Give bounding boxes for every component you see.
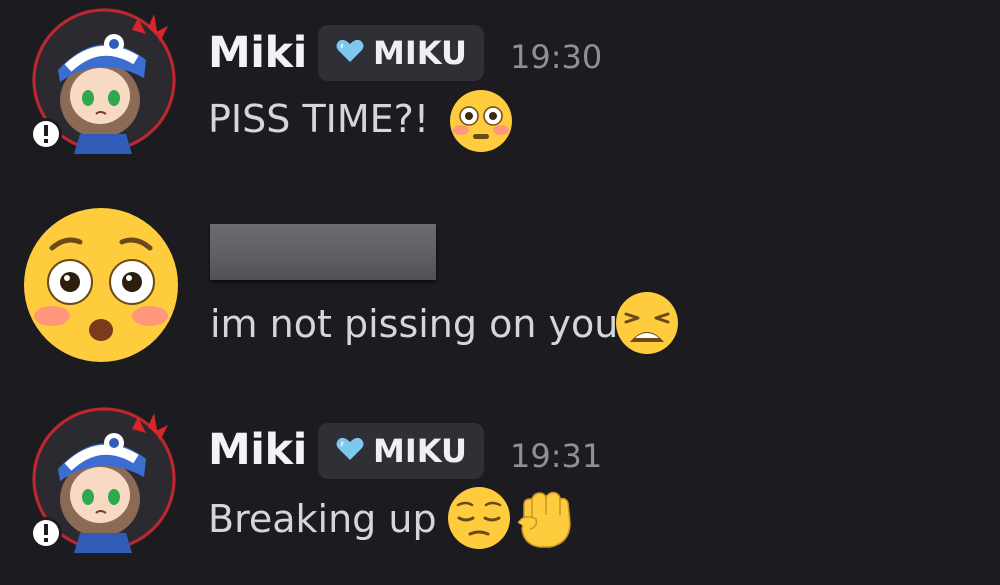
pensive-face-icon	[446, 485, 512, 555]
username[interactable]: Miki	[208, 28, 307, 78]
flushed-face-icon	[24, 208, 178, 362]
username[interactable]: Miki	[208, 425, 307, 475]
timestamp: 19:30	[510, 38, 603, 76]
message-2: im not pissing on you	[0, 190, 1000, 380]
role-tag-label: MIKU	[373, 34, 467, 72]
role-tag-label: MIKU	[373, 432, 467, 470]
role-tag[interactable]: MIKU	[318, 25, 484, 81]
heart-icon	[335, 34, 365, 72]
message-text: im not pissing on you	[210, 302, 619, 346]
weary-face-icon	[614, 290, 680, 360]
message-1: Miki MIKU 19:30 PISS TIME?!	[0, 0, 1000, 190]
avatar[interactable]	[22, 206, 180, 368]
avatar[interactable]	[28, 4, 180, 156]
role-tag[interactable]: MIKU	[318, 423, 484, 479]
message-text: PISS TIME?!	[208, 97, 430, 141]
message-text: Breaking up	[208, 497, 437, 541]
redacted-username	[210, 224, 436, 280]
heart-icon	[335, 432, 365, 470]
message-3: Miki MIKU 19:31 Breaking up	[0, 395, 1000, 585]
flushed-face-icon	[448, 88, 514, 158]
raised-fist-icon	[510, 483, 578, 555]
avatar[interactable]	[28, 403, 180, 555]
timestamp: 19:31	[510, 437, 603, 475]
